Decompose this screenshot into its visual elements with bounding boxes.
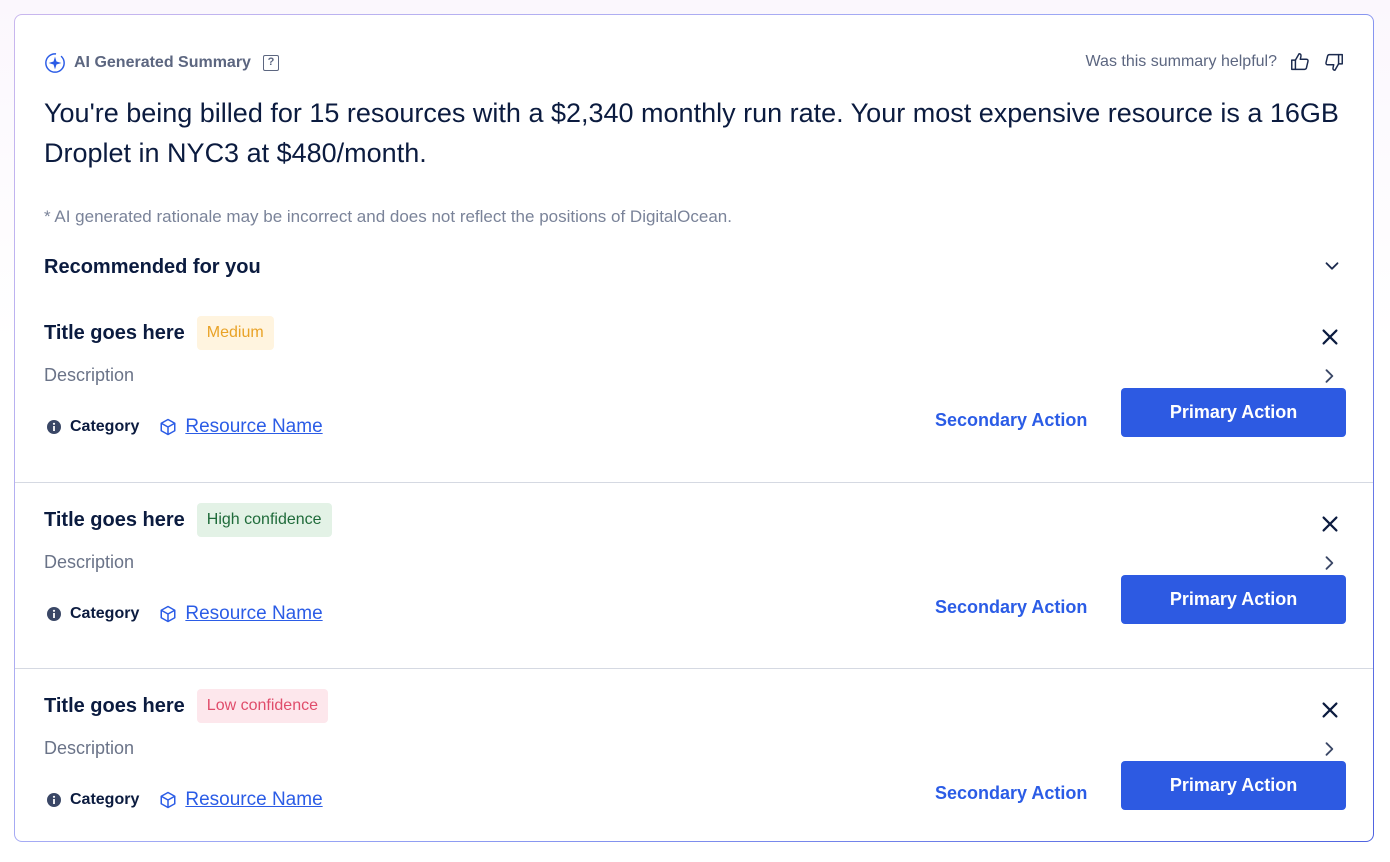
ai-summary-label-group: AI Generated Summary ? [44,52,279,74]
resource-link[interactable]: Resource Name [185,603,322,625]
recommendation-meta: Category Resource Name [46,789,323,811]
recommendation-item: Title goes here High confidence Descript… [15,482,1373,669]
info-icon [47,793,61,807]
recommendation-title-group: Title goes here Low confidence [44,689,328,723]
recommendation-description: Description [44,552,135,572]
recommendation-meta: Category Resource Name [46,603,323,625]
feedback-group: Was this summary helpful? [1086,51,1345,73]
recommendation-title-group: Title goes here High confidence [44,503,332,537]
ai-sparkle-icon [45,53,65,73]
cube-icon [160,791,176,809]
recommendation-title-group: Title goes here Medium [44,316,274,350]
recommendation-item: Title goes here Low confidence Descripti… [15,668,1373,841]
resource-link[interactable]: Resource Name [185,416,322,438]
primary-action-button[interactable]: Primary Action [1121,388,1346,437]
cube-icon [160,605,176,623]
close-icon[interactable] [1319,513,1341,535]
summary-headline: You're being billed for 15 resources wit… [44,98,1339,168]
cube-icon [160,418,176,436]
confidence-badge: Low confidence [196,689,328,723]
confidence-badge: High confidence [196,503,332,537]
recommendation-title: Title goes here [44,508,185,531]
ai-summary-label: AI Generated Summary [74,54,251,71]
feedback-prompt: Was this summary helpful? [1085,53,1277,70]
confidence-badge: Medium [196,316,274,350]
thumbs-down-icon[interactable] [1323,51,1345,73]
primary-action-button[interactable]: Primary Action [1121,761,1346,810]
category-label: Category [70,418,140,435]
recommendation-description: Description [44,365,135,385]
recommendation-title: Title goes here [44,321,185,344]
recommendation-meta: Category Resource Name [46,416,323,438]
secondary-action-button[interactable]: Secondary Action [935,769,1087,818]
ai-summary-card: AI Generated Summary ? Was this summary … [14,14,1374,842]
chevron-right-icon[interactable] [1319,553,1339,573]
primary-action-button[interactable]: Primary Action [1121,575,1346,624]
recommendation-title: Title goes here [44,694,185,717]
recommended-header: Recommended for you [44,256,261,278]
ai-disclaimer: * AI generated rationale may be incorrec… [44,207,732,226]
category-label: Category [70,791,140,808]
thumbs-up-icon[interactable] [1289,51,1311,73]
info-icon [47,607,61,621]
chevron-down-icon[interactable] [1321,255,1343,277]
recommendation-description: Description [44,738,135,758]
secondary-action-button[interactable]: Secondary Action [935,583,1087,632]
chevron-right-icon[interactable] [1319,739,1339,759]
resource-link[interactable]: Resource Name [185,789,322,811]
category-label: Category [70,605,140,622]
info-icon [47,420,61,434]
chevron-right-icon[interactable] [1319,366,1339,386]
close-icon[interactable] [1319,699,1341,721]
help-icon[interactable]: ? [262,55,279,71]
close-icon[interactable] [1319,326,1341,348]
secondary-action-button[interactable]: Secondary Action [935,396,1087,445]
recommendation-item: Title goes here Medium Description Categ… [15,296,1373,482]
